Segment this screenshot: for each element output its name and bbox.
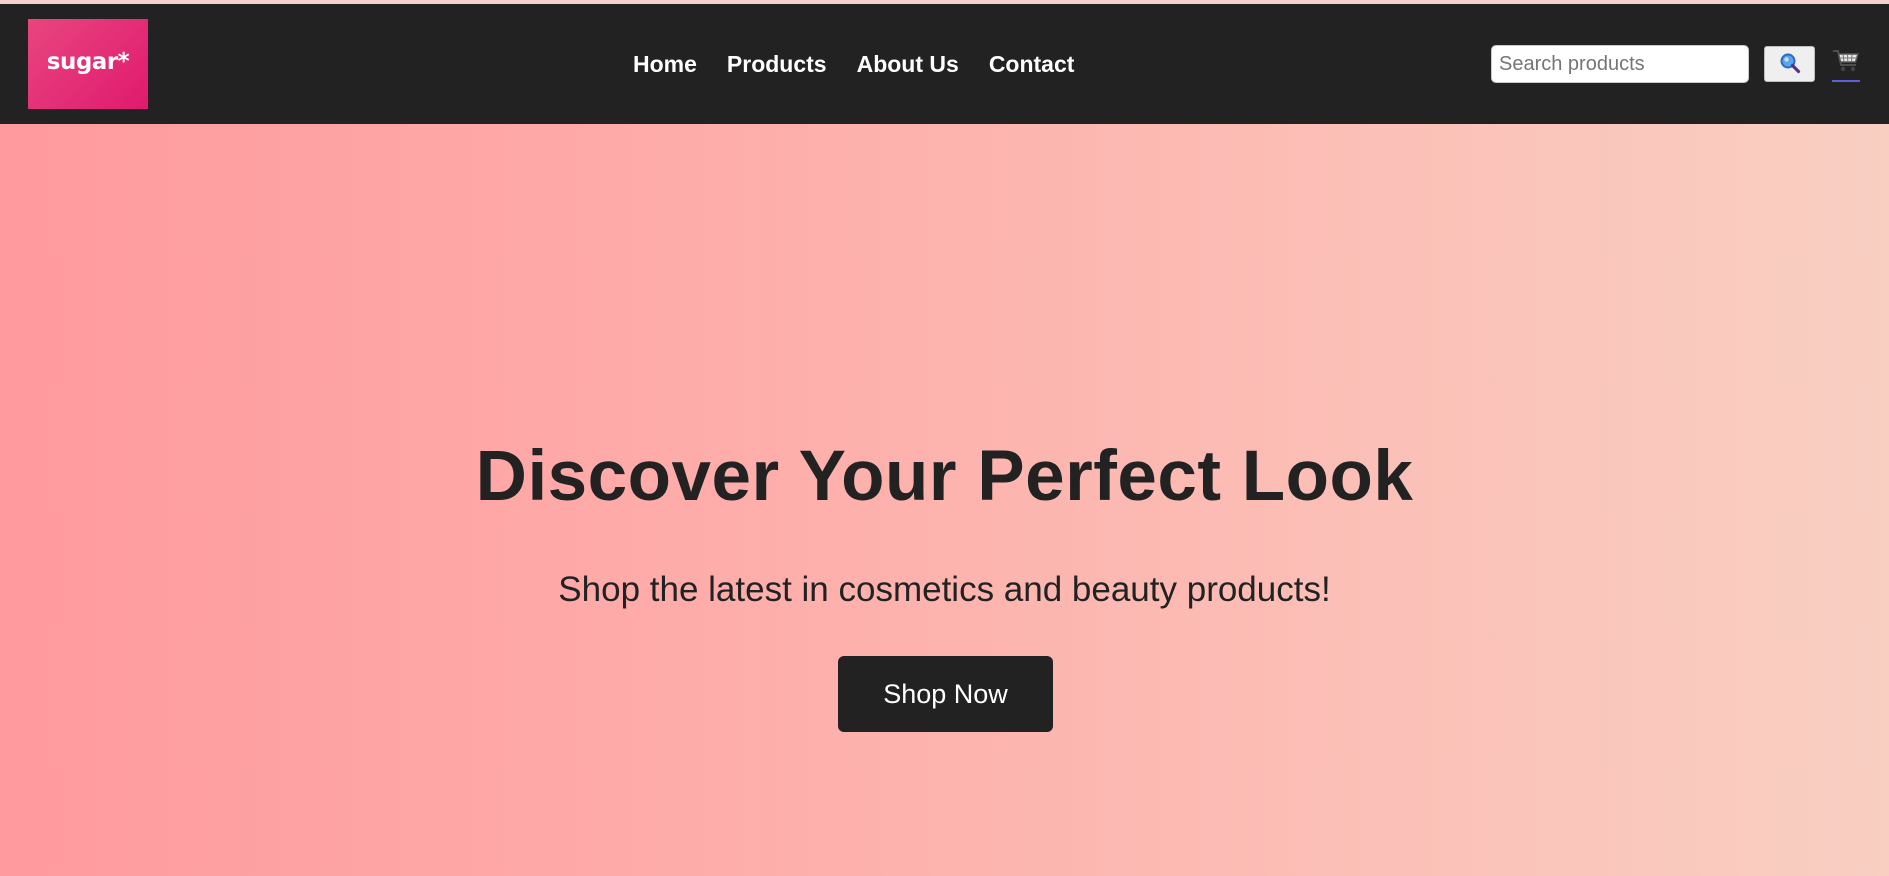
hero-title: Discover Your Perfect Look — [475, 437, 1414, 516]
cart-link[interactable] — [1832, 48, 1860, 82]
shopping-cart-icon — [1832, 48, 1860, 79]
main-nav: Home Products About Us Contact — [633, 4, 1074, 124]
hero-banner: Discover Your Perfect Look Shop the late… — [0, 124, 1889, 876]
navbar: sugar* Home Products About Us Contact — [0, 4, 1889, 124]
cart-link-underline — [1832, 80, 1860, 82]
hero-subtitle: Shop the latest in cosmetics and beauty … — [558, 570, 1331, 609]
nav-link-products[interactable]: Products — [727, 51, 827, 78]
nav-link-about-us[interactable]: About Us — [857, 51, 959, 78]
logo-text: sugar* — [46, 49, 130, 75]
nav-link-contact[interactable]: Contact — [989, 51, 1075, 78]
search-input[interactable] — [1491, 45, 1749, 83]
brand-logo[interactable]: sugar* — [28, 19, 148, 109]
shop-now-button[interactable]: Shop Now — [838, 656, 1053, 732]
magnifier-icon — [1779, 52, 1801, 77]
search-button[interactable] — [1764, 46, 1815, 82]
nav-link-home[interactable]: Home — [633, 51, 697, 78]
